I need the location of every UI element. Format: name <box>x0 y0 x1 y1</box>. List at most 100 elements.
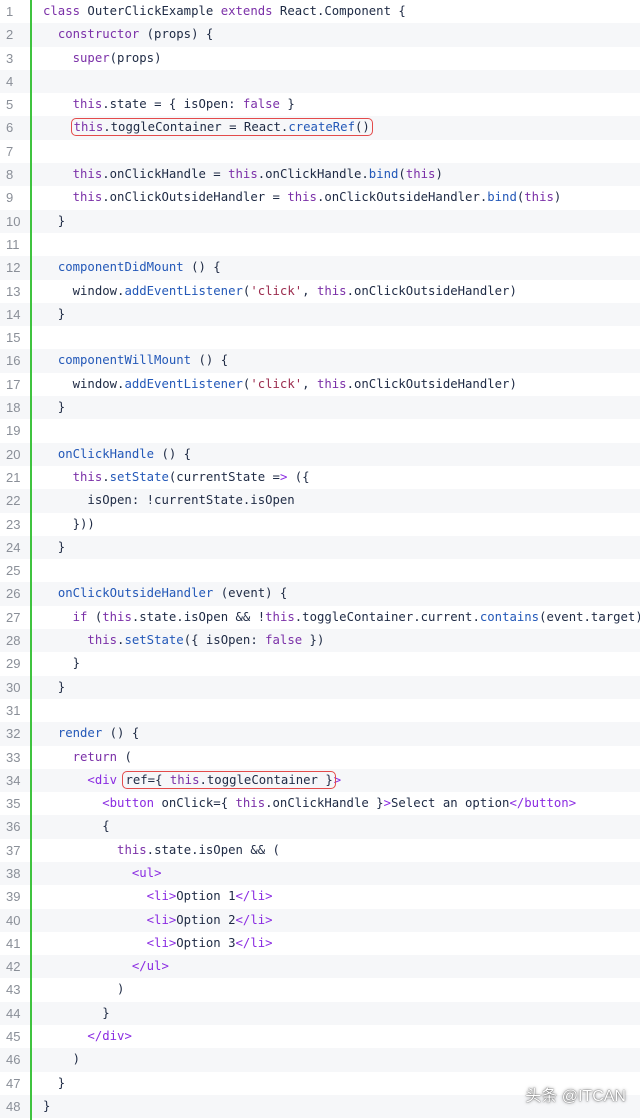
code-line: 46 ) <box>0 1048 640 1072</box>
code-line: 22 isOpen: !currentState.isOpen <box>0 489 640 513</box>
code-line: 25 <box>0 559 640 582</box>
line-number: 46 <box>6 1052 21 1068</box>
code-line: 31 <box>0 699 640 722</box>
code-line: 15 <box>0 326 640 349</box>
code-line: 29 } <box>0 652 640 675</box>
code-line: 14 } <box>0 302 640 327</box>
code-line: 21 this.setState(currentState => ({ <box>0 466 640 489</box>
line-code: } <box>43 1005 110 1020</box>
line-code: render () { <box>57 726 140 741</box>
line-number: 21 <box>6 469 21 485</box>
line-code: } <box>43 656 81 671</box>
line-code: <li>Option 3</li> <box>146 935 273 950</box>
line-number: 32 <box>6 726 21 742</box>
code-line: 37 this.state.isOpen && ( <box>0 839 640 862</box>
line-number: 9 <box>6 190 14 206</box>
code-line: 19 <box>0 419 640 442</box>
line-code: })) <box>43 516 95 531</box>
line-number: 48 <box>6 1098 21 1114</box>
code-line: 23 })) <box>0 513 640 536</box>
line-code: this.state = { isOpen: false } <box>72 97 295 112</box>
line-number: 14 <box>6 306 21 322</box>
code-line: 11 <box>0 233 640 256</box>
line-code: super(props) <box>72 50 162 65</box>
code-line: 10 } <box>0 209 640 233</box>
line-number: 19 <box>6 423 21 439</box>
line-number: 38 <box>6 865 21 881</box>
code-line: 13 window.addEventListener('click', this… <box>0 280 640 303</box>
line-number: 17 <box>6 376 21 392</box>
line-number: 33 <box>6 749 21 765</box>
code-line: 27 if (this.state.isOpen && !this.toggle… <box>0 606 640 629</box>
line-number: 6 <box>6 120 14 136</box>
code-line: 28 this.setState({ isOpen: false }) <box>0 629 640 653</box>
line-number: 29 <box>6 656 21 672</box>
highlight-box: this.toggleContainer = React.createRef() <box>70 118 373 137</box>
line-number: 43 <box>6 982 21 998</box>
line-code: this.toggleContainer = React.createRef() <box>43 116 640 139</box>
line-code: window.addEventListener('click', this.on… <box>43 376 517 391</box>
line-code: { <box>43 819 110 834</box>
code-line: 7 <box>0 140 640 163</box>
line-number: 31 <box>6 702 21 718</box>
line-number: 10 <box>6 213 21 229</box>
line-code: } <box>43 213 66 228</box>
line-code: isOpen: !currentState.isOpen <box>43 493 295 508</box>
code-line: 39 <li>Option 1</li> <box>0 885 640 908</box>
line-number: 36 <box>6 819 21 835</box>
line-code: onClickHandle () { <box>57 446 192 461</box>
code-line: 32 render () { <box>0 722 640 746</box>
code-line: 45 </div> <box>0 1025 640 1048</box>
code-line: 34 <div ref={ this.toggleContainer }> <box>0 768 640 793</box>
line-number: 4 <box>6 73 14 89</box>
line-code: this.state.isOpen && ( <box>117 842 280 857</box>
line-code: class OuterClickExample extends React.Co… <box>43 4 406 18</box>
line-number: 20 <box>6 446 21 462</box>
line-number: 27 <box>6 609 21 625</box>
code-line: 36 { <box>0 815 640 839</box>
line-number: 23 <box>6 516 21 532</box>
code-line: 24 } <box>0 535 640 560</box>
line-code: <button onClick={ this.onClickHandle }>S… <box>102 796 577 811</box>
line-number: 30 <box>6 679 21 695</box>
line-number: 16 <box>6 353 21 369</box>
line-number: 34 <box>6 772 21 788</box>
code-line: 33 return ( <box>0 746 640 769</box>
line-number: 2 <box>6 27 14 43</box>
line-number: 22 <box>6 493 21 509</box>
line-number: 11 <box>6 236 20 252</box>
line-number: 37 <box>6 842 21 858</box>
code-line: 40 <li>Option 2</li> <box>0 908 640 932</box>
line-number: 35 <box>6 796 21 812</box>
code-line: 3 super(props) <box>0 47 640 70</box>
code-line: 17 window.addEventListener('click', this… <box>0 373 640 396</box>
code-line: 12 componentDidMount () { <box>0 256 640 280</box>
code-line: 20 onClickHandle () { <box>0 442 640 466</box>
code-line: 35 <button onClick={ this.onClickHandle … <box>0 792 640 815</box>
code-line: 38 <ul> <box>0 861 640 886</box>
code-line: 8 this.onClickHandle = this.onClickHandl… <box>0 163 640 187</box>
code-line: 30 } <box>0 675 640 699</box>
line-number: 15 <box>6 330 21 346</box>
code-line: 18 } <box>0 396 640 420</box>
line-code: window.addEventListener('click', this.on… <box>43 283 517 298</box>
line-number: 12 <box>6 260 21 276</box>
line-code: } <box>43 679 66 694</box>
line-number: 26 <box>6 586 21 602</box>
line-code: this.onClickOutsideHandler = this.onClic… <box>72 190 562 205</box>
line-number: 18 <box>6 400 21 416</box>
line-number: 24 <box>6 539 21 555</box>
line-number: 3 <box>6 50 14 66</box>
line-number: 8 <box>6 167 14 183</box>
line-code: } <box>43 400 66 415</box>
line-code: } <box>43 539 66 554</box>
code-line: 1 class OuterClickExample extends React.C… <box>0 0 640 23</box>
line-number: 41 <box>6 935 21 951</box>
line-code: this.setState({ isOpen: false }) <box>87 633 325 648</box>
code-line: 2 constructor (props) { <box>0 23 640 47</box>
line-code: this.setState(currentState => ({ <box>72 469 310 484</box>
code-line: 43 ) <box>0 978 640 1001</box>
code-line: 4 <box>0 69 640 94</box>
line-code: componentWillMount () { <box>57 353 229 368</box>
line-number: 5 <box>6 97 14 113</box>
